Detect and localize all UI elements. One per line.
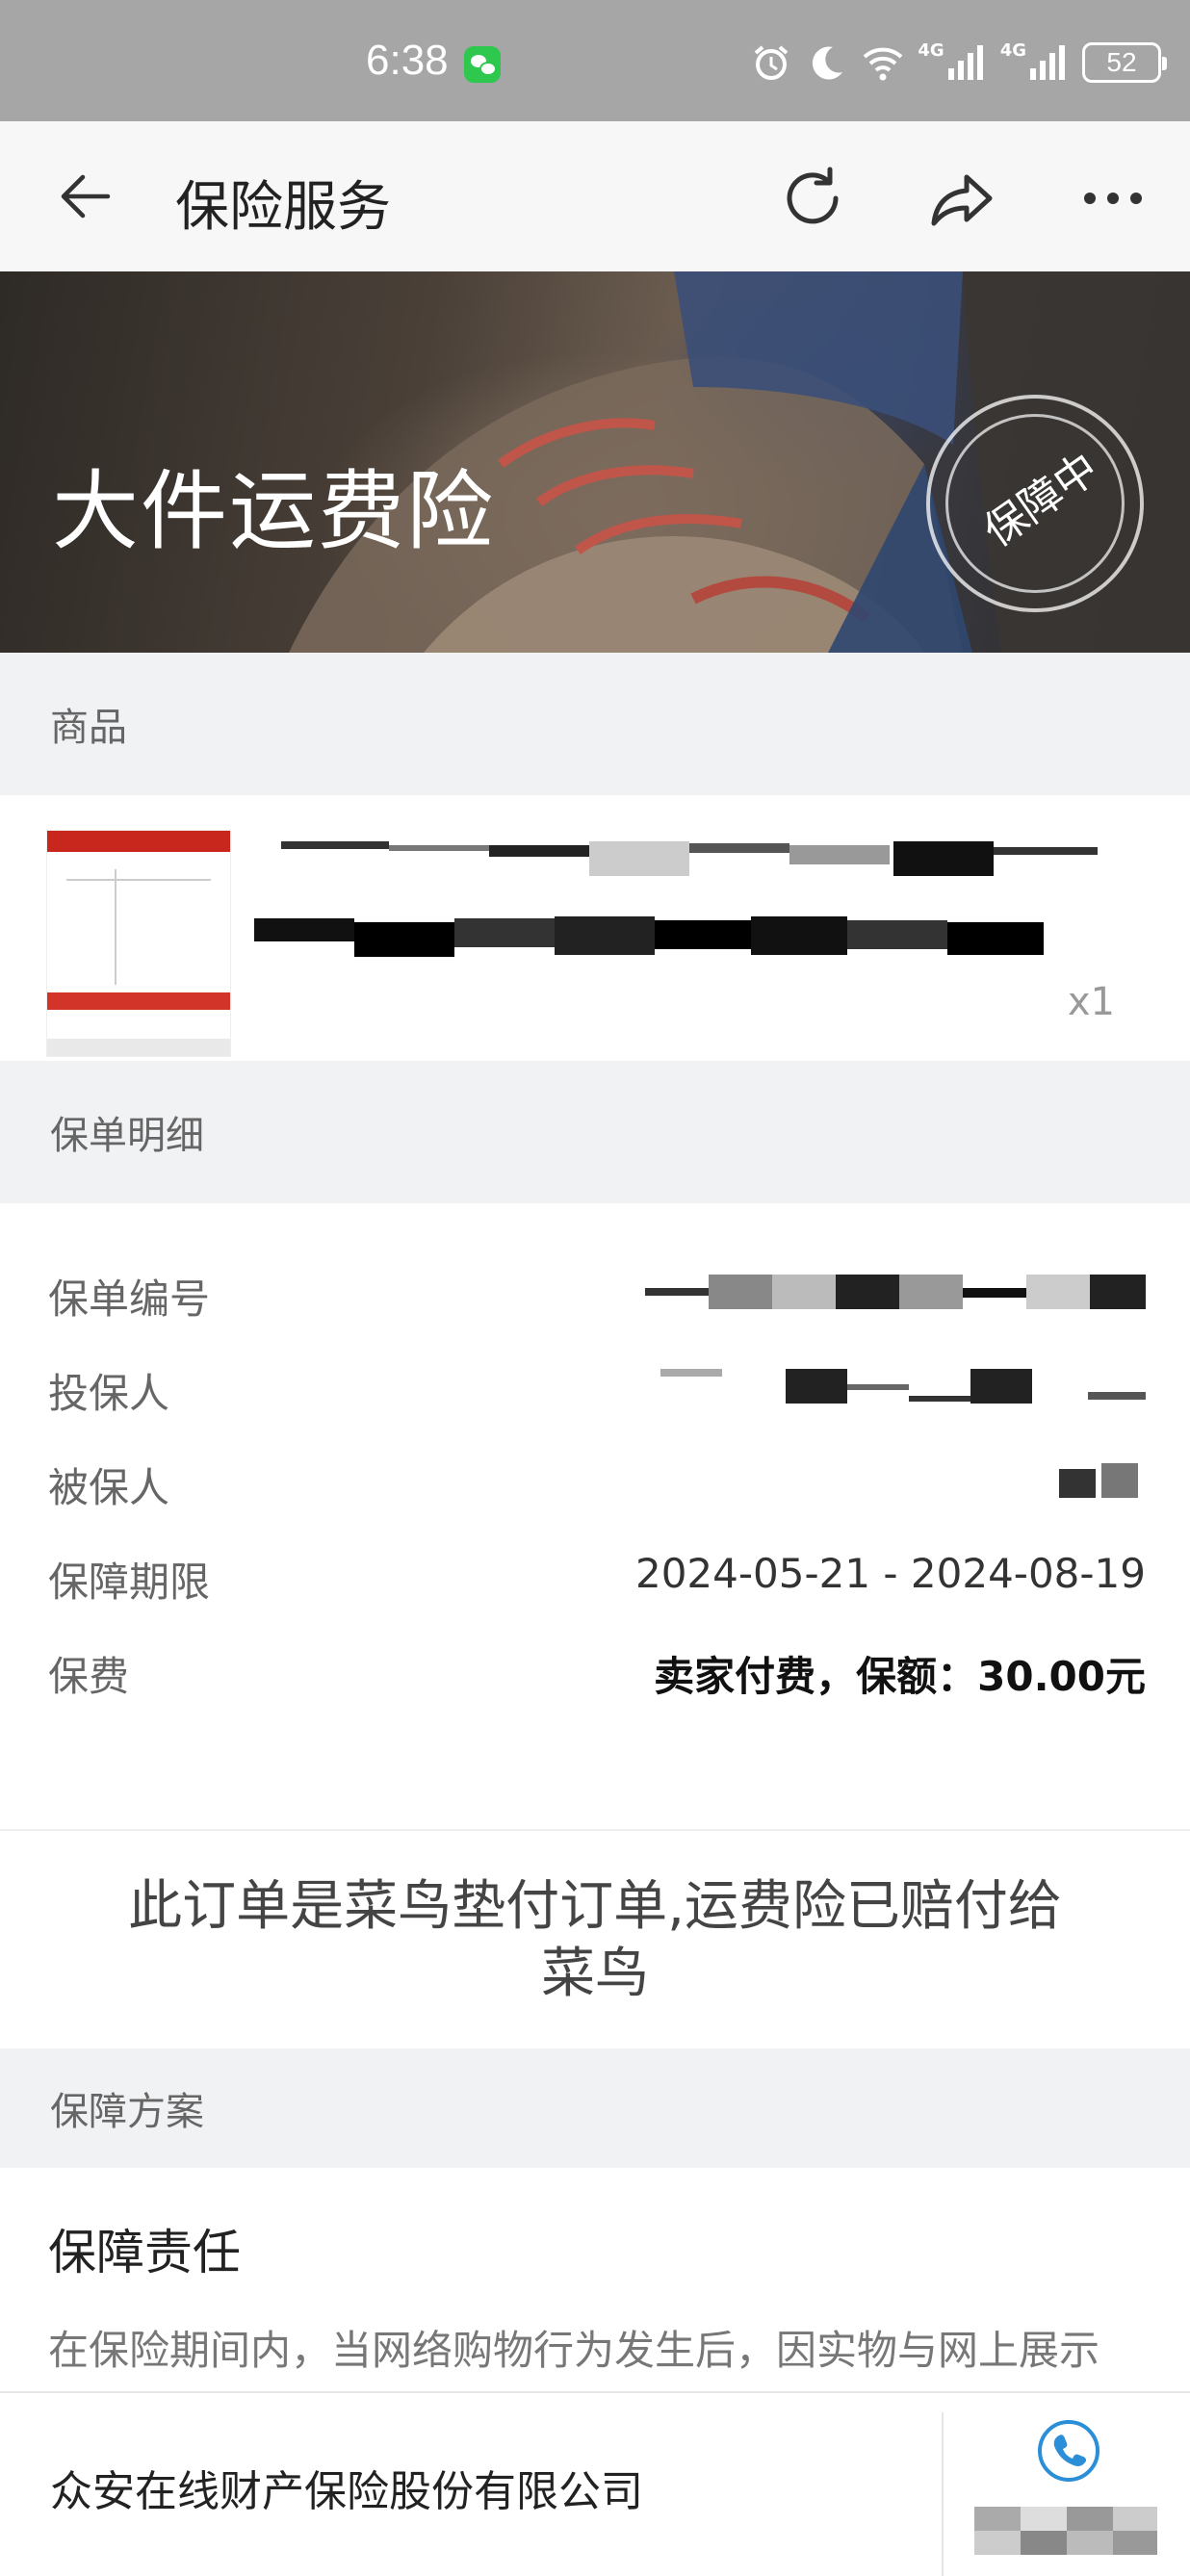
row-label: 保障期限 [48,1558,211,1606]
redaction-block [354,922,454,957]
redaction-block [254,918,354,941]
coverage-responsibility-text: 在保险期间内，当网络购物行为发生后，因实物与网上展示 [48,2327,1100,2374]
hotline-redacted[interactable] [974,2507,1157,2555]
premium-row: 保费 卖家付费，保额：30.00元 [48,1644,1146,1702]
page-title: 保险服务 [175,176,391,239]
thumbnail-promo-strip [47,992,230,1010]
redaction-block [689,843,789,853]
redaction-block [655,920,751,949]
row-label: 保费 [48,1653,130,1700]
product-item[interactable]: x1 [0,795,1190,1061]
back-arrow-icon[interactable] [56,167,114,225]
policy-number-redacted [645,1275,1146,1309]
policy-number-row: 保单编号 [48,1267,1146,1325]
redaction-block [589,841,689,876]
share-icon [931,174,993,226]
more-icon [1084,193,1142,204]
banner-title: 大件运费险 [52,461,495,562]
redaction-block [847,920,947,949]
redaction-block [947,922,1044,955]
refresh-icon [787,167,839,224]
phone-icon[interactable] [1036,2418,1101,2484]
payout-notice: 此订单是菜鸟垫付订单,运费险已赔付给 菜鸟 [0,1831,1190,2048]
redaction-block [893,841,994,876]
footer-divider [942,2412,944,2576]
notice-line: 此订单是菜鸟垫付订单,运费险已赔付给 [128,1875,1062,1938]
redaction-block [454,918,555,947]
coverage-status-stamp: 保障中 [926,395,1144,612]
redaction-block [489,845,589,857]
moon-icon [813,46,843,80]
row-label: 投保人 [48,1370,170,1417]
notice-line: 菜鸟 [541,1943,649,2005]
coverage-plan: 保障责任 在保险期间内，当网络购物行为发生后，因实物与网上展示 [0,2168,1190,2391]
thumbnail-footer-strip [47,1039,230,1056]
section-header-product: 商品 [0,653,1190,795]
alarm-icon [755,45,789,80]
thumbnail-lamp-pole [115,869,116,985]
redaction-block [389,845,489,851]
signal-icon [1030,45,1065,80]
coverage-responsibility-title: 保障责任 [48,2225,241,2280]
section-header-policy: 保单明细 [0,1061,1190,1203]
status-time: 6:38 [366,37,449,84]
insurance-banner: 大件运费险 保障中 [0,271,1190,653]
premium-value: 卖家付费，保额：30.00元 [654,1653,1146,1700]
status-bar: 6:38 4G 4G 52 [0,0,1190,121]
nav-bar: 保险服务 [0,121,1190,271]
coverage-period-row: 保障期限 2024-05-21 - 2024-08-19 [48,1550,1146,1608]
policyholder-row: 投保人 [48,1361,1146,1419]
redaction-block [994,847,1098,855]
status-icons: 4G 4G 52 [750,39,1167,87]
insured-redacted [1059,1463,1146,1498]
product-quantity: x1 [1067,980,1115,1024]
battery-indicator: 52 [1082,42,1167,83]
thumbnail-brand-strip [47,831,230,852]
row-label: 保单编号 [48,1275,211,1323]
wifi-icon [864,47,903,81]
more-button[interactable] [1078,164,1148,233]
share-button[interactable] [928,164,997,233]
section-header-plan: 保障方案 [0,2048,1190,2168]
redaction-block [555,916,655,955]
wechat-icon [464,46,501,83]
refresh-button[interactable] [778,164,847,233]
row-label: 被保人 [48,1464,170,1511]
product-thumbnail[interactable] [46,830,231,1057]
network-type-label: 4G [999,40,1026,61]
coverage-period-value: 2024-05-21 - 2024-08-19 [634,1550,1146,1597]
signal-icon [947,45,983,80]
insurer-footer: 众安在线财产保险股份有限公司 [0,2391,1190,2576]
redaction-block [281,841,389,849]
insured-row: 被保人 [48,1455,1146,1513]
policyholder-redacted [660,1369,1146,1404]
thumbnail-lamp-arm [66,879,211,881]
network-type-label: 4G [918,40,944,61]
insurer-name: 众安在线财产保险股份有限公司 [50,2467,643,2516]
policy-details: 保单编号 投保人 被保人 保障期限 2024-05-21 - 2024-08-1… [0,1203,1190,1831]
redaction-block [751,916,847,955]
redaction-block [789,845,890,864]
